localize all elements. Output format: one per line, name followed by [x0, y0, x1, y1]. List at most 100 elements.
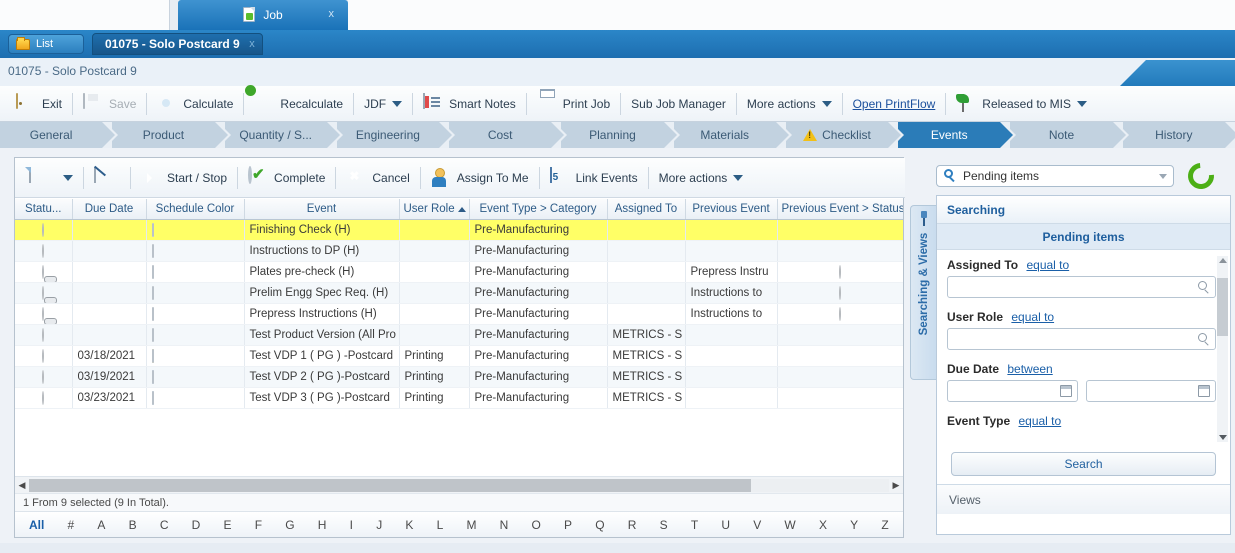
search-button[interactable]: Search [951, 452, 1216, 476]
complete-button[interactable]: Complete [240, 164, 333, 192]
save-button[interactable]: Save [75, 90, 144, 118]
cell-status[interactable] [15, 387, 73, 409]
alpha-filter-m[interactable]: M [466, 518, 476, 532]
cell-schedule-color[interactable] [146, 219, 245, 241]
cell-status[interactable] [15, 261, 73, 283]
cell-status[interactable] [15, 324, 73, 346]
lookup-search-icon[interactable] [1198, 333, 1210, 345]
due-date-to-field[interactable] [1085, 380, 1216, 402]
searching-views-tab[interactable]: Searching & Views [910, 205, 936, 380]
alpha-filter-t[interactable]: T [691, 518, 698, 532]
alpha-filter-e[interactable]: E [224, 518, 232, 532]
smart-notes-button[interactable]: Smart Notes [415, 90, 524, 118]
record-tab[interactable]: 01075 - Solo Postcard 9 x [92, 33, 263, 55]
column-header-user-role[interactable]: User Role [399, 199, 470, 220]
column-header-previous-event[interactable]: Previous Event [685, 199, 778, 220]
alpha-filter-c[interactable]: C [160, 518, 169, 532]
cell-schedule-color[interactable] [146, 303, 245, 325]
alpha-filter-v[interactable]: V [753, 518, 761, 532]
ribbon-tab-note[interactable]: Note [1010, 122, 1129, 148]
column-header-due-date[interactable]: Due Date [72, 199, 147, 220]
cell-schedule-color[interactable] [146, 345, 245, 367]
table-row[interactable]: Plates pre-check (H) Pre-Manufacturing P… [15, 261, 903, 283]
calendar-icon[interactable] [1059, 385, 1072, 397]
due-date-from-field[interactable] [947, 380, 1078, 402]
table-row[interactable]: 03/23/2021 Test VDP 3 ( PG )-Postcard Pr… [15, 387, 903, 409]
ribbon-tab-materials[interactable]: Materials [673, 122, 793, 148]
ribbon-tab-checklist[interactable]: Checklist [785, 122, 905, 148]
new-event-button[interactable] [21, 164, 63, 192]
close-icon[interactable]: x [329, 8, 335, 20]
cell-schedule-color[interactable] [146, 240, 245, 262]
cell-schedule-color[interactable] [146, 324, 245, 346]
sub-job-manager-button[interactable]: Sub Job Manager [623, 90, 734, 118]
scroll-up-icon[interactable] [1219, 258, 1227, 263]
column-header-status[interactable]: Statu... [15, 199, 73, 220]
cell-schedule-color[interactable] [146, 261, 245, 283]
alpha-filter-y[interactable]: Y [850, 518, 858, 532]
horizontal-scrollbar[interactable]: ◀ ▶ [15, 476, 903, 493]
cell-status[interactable] [15, 282, 73, 304]
cell-schedule-color[interactable] [146, 282, 245, 304]
close-icon[interactable]: x [249, 38, 255, 50]
event-type-operator[interactable]: equal to [1018, 414, 1061, 428]
alpha-filter-o[interactable]: O [532, 518, 541, 532]
table-row[interactable]: 03/19/2021 Test VDP 2 ( PG )-Postcard Pr… [15, 366, 903, 388]
cell-status[interactable] [15, 303, 73, 325]
alpha-filter-z[interactable]: Z [881, 518, 888, 532]
alpha-filter-s[interactable]: S [660, 518, 668, 532]
ribbon-tab-history[interactable]: History [1122, 122, 1235, 148]
views-section-header[interactable]: Views [937, 484, 1230, 514]
scroll-thumb[interactable] [29, 478, 752, 492]
assign-to-me-button[interactable]: Assign To Me [423, 164, 537, 192]
cell-schedule-color[interactable] [146, 366, 245, 388]
user-role-operator[interactable]: equal to [1011, 310, 1054, 324]
ribbon-tab-planning[interactable]: Planning [561, 122, 680, 148]
table-row[interactable]: Instructions to DP (H) Pre-Manufacturing [15, 240, 903, 262]
scroll-left-icon[interactable]: ◀ [15, 480, 29, 491]
grid-scroll-area[interactable]: Statu... Due Date Schedule Color Event U… [15, 199, 903, 464]
alpha-filter-u[interactable]: U [721, 518, 730, 532]
chevron-down-icon[interactable] [1159, 174, 1167, 179]
alpha-filter-k[interactable]: K [405, 518, 413, 532]
assigned-to-field[interactable] [947, 276, 1216, 298]
refresh-icon[interactable] [1182, 157, 1220, 195]
alpha-filter-w[interactable]: W [784, 518, 795, 532]
list-button[interactable]: List [8, 34, 84, 54]
table-row[interactable]: Test Product Version (All Pro Pre-Manufa… [15, 324, 903, 346]
scroll-down-icon[interactable] [1219, 435, 1227, 440]
start-stop-button[interactable]: Start / Stop [133, 164, 235, 192]
ribbon-tab-engineering[interactable]: Engineering [336, 122, 456, 148]
table-row[interactable]: Finishing Check (H) Pre-Manufacturing [15, 219, 903, 241]
search-panel-scrollbar[interactable] [1217, 256, 1228, 442]
ribbon-tab-cost[interactable]: Cost [449, 122, 568, 148]
alpha-filter-hash[interactable]: # [68, 518, 75, 532]
column-header-schedule-color[interactable]: Schedule Color [146, 199, 245, 220]
cell-status[interactable] [15, 219, 73, 241]
scroll-right-icon[interactable]: ▶ [889, 480, 903, 491]
scroll-thumb[interactable] [1217, 278, 1228, 336]
more-actions-button[interactable]: More actions [739, 90, 840, 118]
app-tab-job[interactable]: Job x [178, 0, 348, 30]
alpha-filter-i[interactable]: I [350, 518, 353, 532]
cell-schedule-color[interactable] [146, 387, 245, 409]
alpha-filter-b[interactable]: B [129, 518, 137, 532]
cell-status[interactable] [15, 345, 73, 367]
column-header-event-type[interactable]: Event Type > Category [469, 199, 608, 220]
grid-more-actions-button[interactable]: More actions [651, 164, 752, 192]
link-events-button[interactable]: Link Events [542, 164, 646, 192]
alpha-filter-p[interactable]: P [564, 518, 572, 532]
table-row[interactable]: 03/18/2021 Test VDP 1 ( PG ) -Postcard P… [15, 345, 903, 367]
cell-status[interactable] [15, 366, 73, 388]
ribbon-tab-general[interactable]: General [0, 122, 119, 148]
table-row[interactable]: Prepress Instructions (H) Pre-Manufactur… [15, 303, 903, 325]
calculate-button[interactable]: Calculate [149, 90, 241, 118]
alpha-filter-r[interactable]: R [628, 518, 637, 532]
calendar-icon[interactable] [1198, 385, 1210, 397]
alpha-filter-a[interactable]: A [97, 518, 105, 532]
ribbon-tab-quantity[interactable]: Quantity / S... [224, 122, 344, 148]
alpha-filter-g[interactable]: G [285, 518, 294, 532]
alpha-filter-f[interactable]: F [255, 518, 262, 532]
column-header-previous-event-status[interactable]: Previous Event > Status [777, 199, 903, 220]
column-header-assigned-to[interactable]: Assigned To [607, 199, 686, 220]
